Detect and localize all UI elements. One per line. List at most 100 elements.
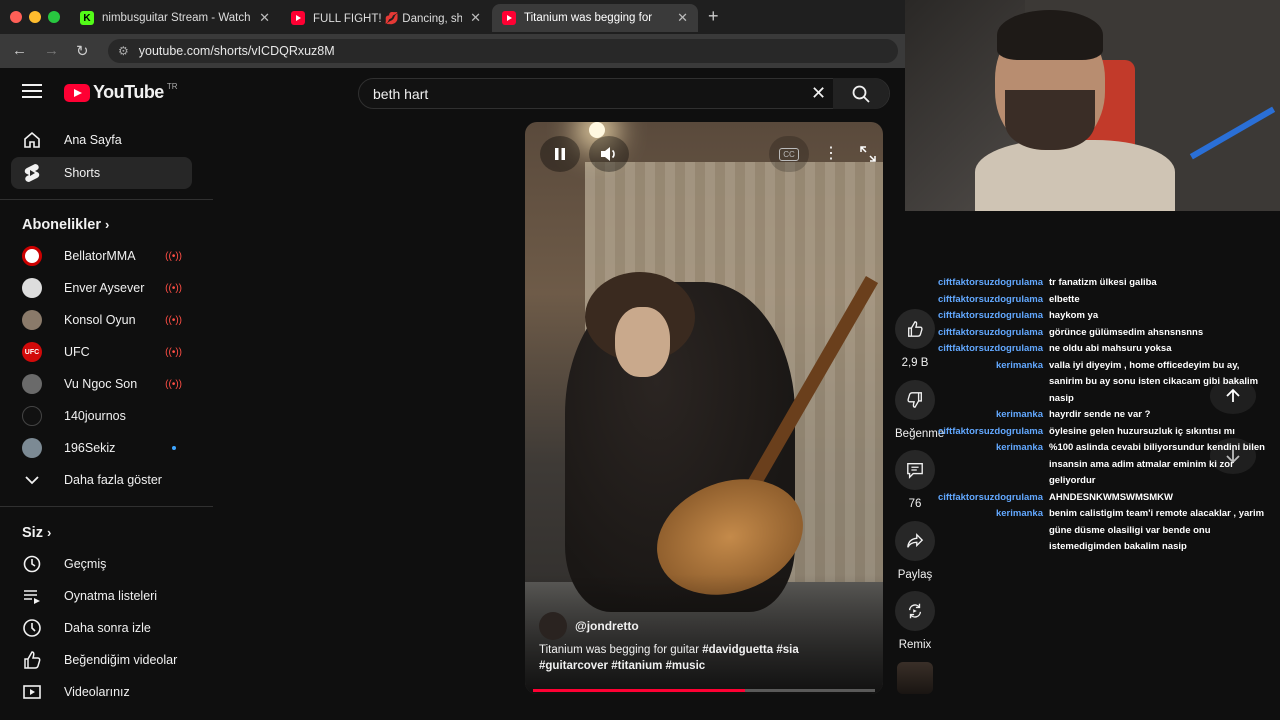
- search-input[interactable]: beth hart: [373, 86, 428, 102]
- chat-username[interactable]: kerimanka: [935, 407, 1049, 424]
- comments-button[interactable]: [895, 450, 935, 490]
- sidebar-item-subscription[interactable]: 140journos: [11, 400, 192, 432]
- video-progress-fill: [533, 689, 746, 692]
- captions-button[interactable]: CC: [769, 136, 809, 172]
- sidebar-item-label: Enver Aysever: [64, 281, 145, 295]
- sidebar-item-label: 196Sekiz: [64, 441, 116, 455]
- sidebar-item-subscription[interactable]: 196Sekiz: [11, 432, 192, 464]
- three-dots-icon: ⋮: [823, 145, 839, 162]
- browser-tab[interactable]: FULL FIGHT! 💋 Dancing, sho ✕: [281, 4, 491, 32]
- hamburger-menu-icon[interactable]: [22, 84, 42, 100]
- chat-text: ne oldu abi mahsuru yoksa: [1049, 343, 1172, 354]
- close-tab-icon[interactable]: ✕: [677, 10, 688, 26]
- browser-tab-bar: K nimbusguitar Stream - Watch ✕ FULL FIG…: [0, 0, 905, 34]
- caption-hashtags[interactable]: #davidguetta #sia: [702, 644, 799, 656]
- live-icon: ((•)): [165, 250, 182, 262]
- subscriptions-heading[interactable]: Abonelikler ›: [22, 217, 109, 233]
- comment-count: 76: [908, 498, 922, 510]
- video-progress-bar[interactable]: [533, 689, 875, 692]
- pause-button[interactable]: [540, 136, 580, 172]
- sidebar-item-history[interactable]: Geçmiş: [11, 548, 192, 580]
- sidebar-item-subscription[interactable]: Vu Ngoc Son ((•)): [11, 368, 192, 400]
- sidebar-item-your-videos[interactable]: Videolarınız: [11, 676, 192, 708]
- arrow-down-icon: [1226, 450, 1240, 464]
- back-arrow-icon[interactable]: ←: [12, 42, 27, 59]
- sidebar-item-subscription[interactable]: BellatorMMA ((•)): [11, 240, 192, 272]
- sidebar-item-liked-videos[interactable]: Beğendiğim videolar: [11, 644, 192, 676]
- site-settings-icon[interactable]: ⚙: [118, 44, 129, 58]
- share-label: Paylaş: [897, 569, 933, 581]
- sidebar-item-playlists[interactable]: Oynatma listeleri: [11, 580, 192, 612]
- chat-username[interactable]: kerimanka: [935, 358, 1049, 408]
- youtube-favicon-icon: [291, 11, 305, 25]
- arrow-up-icon: [1226, 388, 1240, 402]
- dislike-button[interactable]: [895, 380, 935, 420]
- browser-tab-active[interactable]: Titanium was begging for ✕: [492, 4, 698, 32]
- reload-icon[interactable]: ↻: [76, 42, 89, 60]
- scroll-down-button[interactable]: [1210, 438, 1256, 474]
- channel-thumbnail[interactable]: [897, 662, 933, 694]
- remix-button[interactable]: [895, 591, 935, 631]
- address-bar[interactable]: ⚙ youtube.com/shorts/vICDQRxuz8M: [108, 39, 898, 63]
- remix-label: Remix: [898, 639, 932, 651]
- close-tab-icon[interactable]: ✕: [259, 10, 270, 26]
- chat-username[interactable]: ciftfaktorsuzdogrulama: [935, 341, 1049, 358]
- scroll-up-button[interactable]: [1210, 378, 1256, 414]
- more-options-button[interactable]: ⋮: [811, 136, 851, 172]
- sidebar-item-home[interactable]: Ana Sayfa: [11, 124, 192, 156]
- chat-username[interactable]: ciftfaktorsuzdogrulama: [935, 275, 1049, 292]
- sidebar-item-watch-later[interactable]: Daha sonra izle: [11, 612, 192, 644]
- country-code: TR: [166, 82, 178, 91]
- clear-search-icon[interactable]: ✕: [811, 83, 826, 104]
- youtube-header: YouTube TR beth hart ✕: [0, 68, 905, 118]
- chat-text: AHNDESNKWMSWMSMKW: [1049, 491, 1174, 503]
- sidebar-item-subscription[interactable]: UFC UFC ((•)): [11, 336, 192, 368]
- sidebar-item-subscription[interactable]: Konsol Oyun ((•)): [11, 304, 192, 336]
- chevron-down-icon: [21, 469, 43, 491]
- chat-username[interactable]: ciftfaktorsuzdogrulama: [935, 490, 1049, 507]
- chat-username[interactable]: ciftfaktorsuzdogrulama: [935, 424, 1049, 441]
- sidebar-item-label: Beğendiğim videolar: [64, 653, 178, 667]
- close-window-button[interactable]: [10, 11, 22, 23]
- new-tab-icon[interactable]: +: [708, 6, 719, 27]
- like-action[interactable]: 2,9 B: [895, 309, 935, 369]
- youtube-logo[interactable]: YouTube TR: [64, 82, 178, 103]
- show-more-button[interactable]: Daha fazla göster: [11, 464, 192, 496]
- chat-username[interactable]: ciftfaktorsuzdogrulama: [935, 292, 1049, 309]
- chat-username[interactable]: kerimanka: [935, 506, 1049, 556]
- caption-hashtags[interactable]: #guitarcover #titanium #music: [539, 660, 705, 672]
- share-action[interactable]: Paylaş: [895, 521, 935, 581]
- sidebar-item-shorts[interactable]: Shorts: [11, 157, 192, 189]
- pause-icon: [555, 148, 565, 160]
- forward-arrow-icon[interactable]: →: [44, 42, 59, 59]
- remix-action[interactable]: Remix: [895, 591, 935, 651]
- close-tab-icon[interactable]: ✕: [470, 10, 481, 26]
- like-button[interactable]: [895, 309, 935, 349]
- comments-action[interactable]: 76: [895, 450, 935, 510]
- fullscreen-button[interactable]: [853, 136, 883, 172]
- sidebar-item-label: Vu Ngoc Son: [64, 377, 138, 391]
- sidebar-item-subscription[interactable]: Enver Aysever ((•)): [11, 272, 192, 304]
- chat-username[interactable]: ciftfaktorsuzdogrulama: [935, 308, 1049, 325]
- you-heading[interactable]: Siz ›: [22, 525, 51, 541]
- maximize-window-button[interactable]: [48, 11, 60, 23]
- new-content-dot: [172, 446, 176, 450]
- chat-username[interactable]: kerimanka: [935, 440, 1049, 490]
- chat-message: ciftfaktorsuzdogrulama görünce gülümsedim…: [935, 325, 1280, 342]
- video-frame-face: [615, 307, 670, 377]
- channel-link[interactable]: @jondretto: [539, 612, 639, 640]
- share-button[interactable]: [895, 521, 935, 561]
- dislike-action[interactable]: Beğenme: [895, 380, 944, 440]
- sidebar-item-label: 140journos: [64, 409, 126, 423]
- search-box[interactable]: beth hart ✕: [358, 78, 890, 109]
- history-icon: [21, 553, 43, 575]
- shorts-video-player[interactable]: CC ⋮ @jondretto Titanium was begging for…: [525, 122, 883, 694]
- minimize-window-button[interactable]: [29, 11, 41, 23]
- search-button[interactable]: [833, 78, 889, 109]
- browser-tab[interactable]: K nimbusguitar Stream - Watch ✕: [70, 4, 280, 32]
- sidebar: Ana Sayfa Shorts Abonelikler › BellatorM…: [0, 124, 213, 720]
- sidebar-item-label: Ana Sayfa: [64, 133, 122, 147]
- playlist-icon: [21, 585, 43, 607]
- chat-username[interactable]: ciftfaktorsuzdogrulama: [935, 325, 1049, 342]
- volume-button[interactable]: [589, 136, 629, 172]
